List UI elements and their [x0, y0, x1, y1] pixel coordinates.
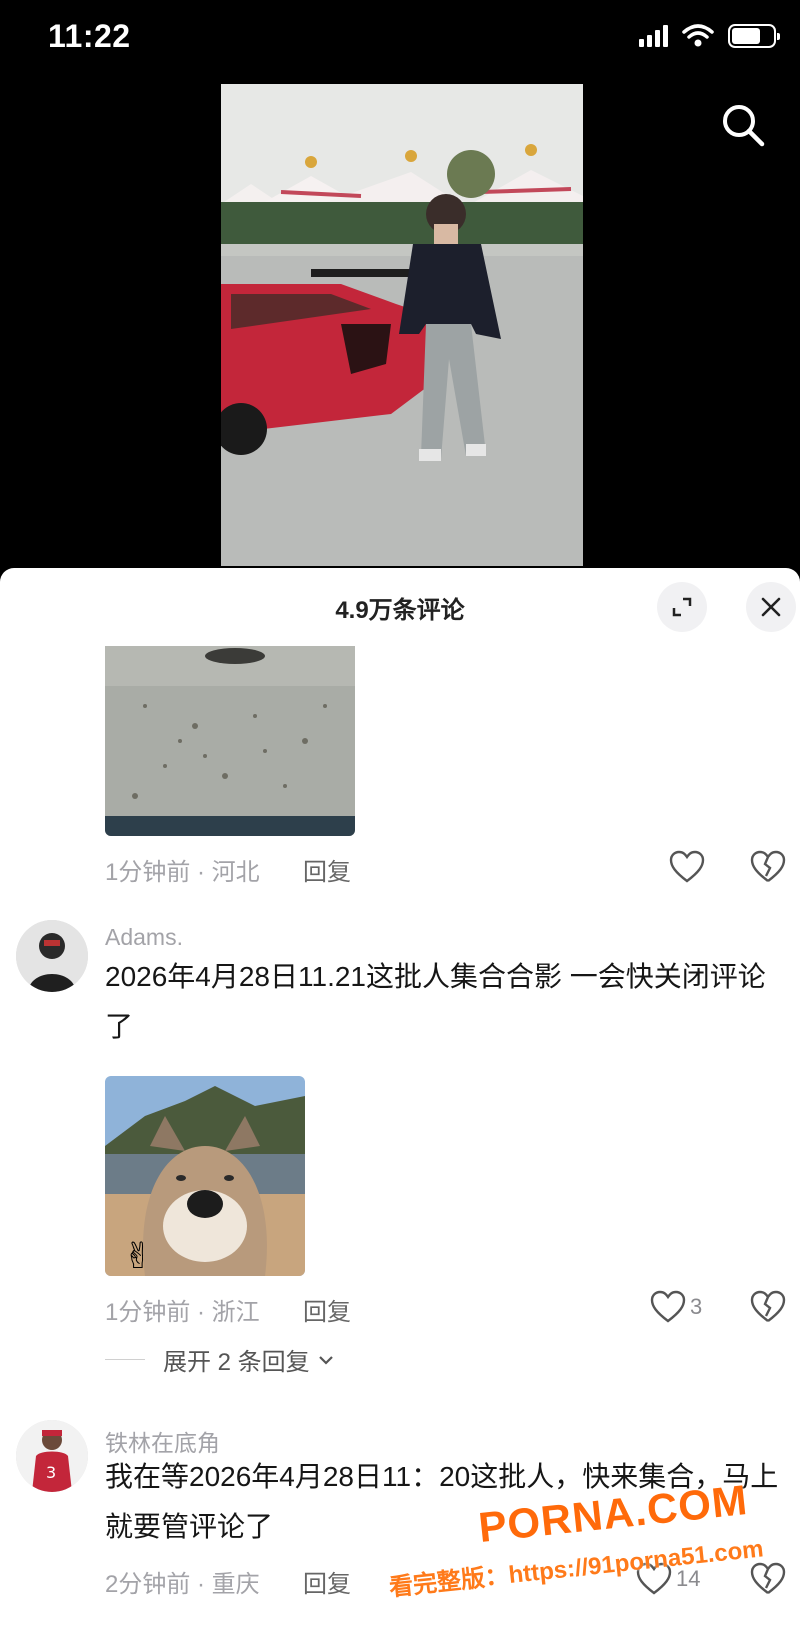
dog-selfie-photo: ✌ [105, 1076, 305, 1276]
status-icons [639, 24, 780, 48]
search-icon[interactable] [718, 100, 768, 150]
video-player[interactable] [221, 84, 583, 566]
like-icon[interactable] [669, 850, 705, 884]
close-button[interactable] [746, 582, 796, 632]
avatar[interactable]: 3 [16, 1420, 88, 1492]
like-count: 3 [690, 1294, 703, 1319]
user-avatar-image [16, 920, 88, 992]
expand-replies-button[interactable]: 展开 2 条回复 [105, 1342, 336, 1377]
dirt-ground-photo [105, 646, 355, 836]
dislike-icon[interactable] [750, 1290, 786, 1324]
wifi-icon [682, 24, 714, 47]
expand-replies-label: 展开 2 条回复 [163, 1349, 310, 1376]
signal-icon [639, 25, 668, 47]
battery-icon [728, 24, 780, 48]
comment-image[interactable]: ✌ [105, 1076, 305, 1276]
expand-button[interactable] [657, 582, 707, 632]
svg-text:3: 3 [46, 1463, 56, 1482]
reply-button[interactable]: 回复 [303, 852, 351, 887]
comment-time-location: 1分钟前 · 河北 [105, 859, 260, 886]
comment-text: 2026年4月28日11.21这批人集合合影 一会快关闭评论了 [105, 961, 766, 1042]
comment-time-location: 1分钟前 · 浙江 [105, 1299, 260, 1326]
user-avatar-image: 3 [16, 1420, 88, 1492]
dislike-icon[interactable] [750, 1562, 786, 1596]
comment-time-location: 2分钟前 · 重庆 [105, 1571, 260, 1598]
like-icon[interactable] [650, 1290, 686, 1324]
divider-line [105, 1359, 145, 1360]
close-icon [761, 597, 781, 617]
reply-button[interactable]: 回复 [303, 1292, 351, 1327]
video-frame-image [221, 84, 583, 566]
status-bar: 11:22 [0, 0, 800, 80]
dislike-icon[interactable] [750, 850, 786, 884]
chevron-down-icon [318, 1355, 333, 1365]
expand-icon [672, 597, 692, 617]
reply-button[interactable]: 回复 [303, 1564, 351, 1599]
username[interactable]: Adams. [105, 924, 183, 951]
status-time: 11:22 [48, 18, 131, 54]
comment-image[interactable] [105, 646, 355, 836]
svg-text:✌: ✌ [123, 1236, 153, 1276]
avatar[interactable] [16, 920, 88, 992]
